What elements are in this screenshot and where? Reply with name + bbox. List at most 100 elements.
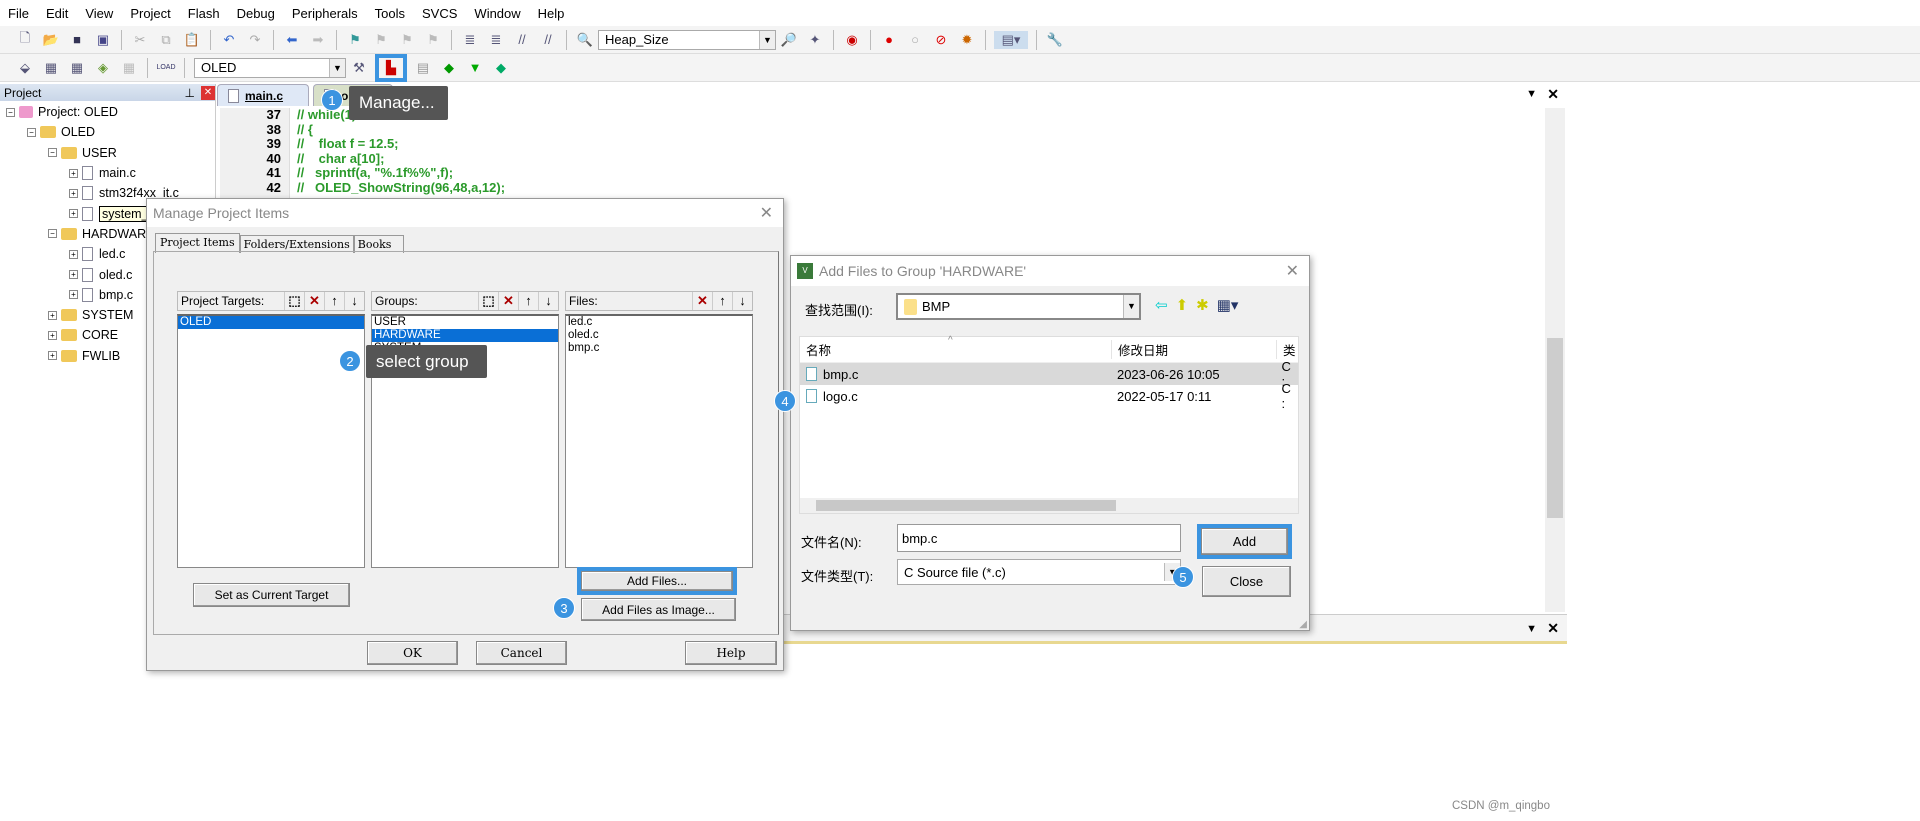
move-up-icon[interactable]: ↑ xyxy=(518,292,538,310)
find-in-files-icon[interactable]: 🔍 xyxy=(575,31,595,49)
file-list[interactable]: ^ 名称 修改日期 类 bmp.c 2023-06-26 10:05 C : lo… xyxy=(799,335,1299,514)
chevron-down-icon[interactable]: ▼ xyxy=(1123,295,1139,318)
unindent-icon[interactable]: ≣ xyxy=(486,31,506,49)
collapse-icon[interactable]: − xyxy=(48,148,57,158)
collapse-icon[interactable]: − xyxy=(27,127,36,137)
build-icon[interactable]: ▦ xyxy=(41,59,61,77)
select-packs-icon[interactable]: ▤ xyxy=(413,59,433,77)
list-item[interactable]: led.c xyxy=(566,316,752,329)
menu-peripherals[interactable]: Peripherals xyxy=(292,6,358,21)
close-button[interactable]: Close xyxy=(1202,566,1291,597)
menu-edit[interactable]: Edit xyxy=(46,6,68,21)
expand-icon[interactable]: + xyxy=(69,209,78,219)
file-row[interactable]: logo.c 2022-05-17 0:11 C : xyxy=(800,381,1298,411)
back-icon[interactable]: ⬅ xyxy=(282,31,302,49)
clear-bookmarks-icon[interactable]: ⚑ xyxy=(423,31,443,49)
filename-input[interactable] xyxy=(897,524,1181,552)
collapse-icon[interactable]: − xyxy=(48,229,57,239)
prev-bookmark-icon[interactable]: ⚑ xyxy=(371,31,391,49)
list-item[interactable]: OLED xyxy=(178,316,364,329)
configure-icon[interactable]: 🔧 xyxy=(1045,31,1065,49)
menu-window[interactable]: Window xyxy=(474,6,520,21)
add-button[interactable]: Add xyxy=(1201,528,1288,555)
up-folder-icon[interactable]: ⬆ xyxy=(1176,296,1189,314)
forward-icon[interactable]: ➡ xyxy=(308,31,328,49)
files-list[interactable]: led.c oled.c bmp.c xyxy=(565,314,753,568)
menu-project[interactable]: Project xyxy=(130,6,170,21)
filetype-combo[interactable]: C Source file (*.c)▼ xyxy=(897,559,1181,585)
open-icon[interactable]: 📂 xyxy=(41,31,61,49)
find-icon[interactable]: 🔎 xyxy=(779,31,799,49)
tree-item[interactable]: − Project: OLED xyxy=(0,102,215,122)
cut-icon[interactable]: ✂ xyxy=(130,31,150,49)
add-files-as-image-button[interactable]: Add Files as Image... xyxy=(581,598,736,621)
close-editor-icon[interactable]: ✕ xyxy=(1547,86,1559,103)
new-group-icon[interactable]: ⬚ xyxy=(478,292,498,310)
column-date[interactable]: 修改日期 xyxy=(1112,340,1277,359)
help-button[interactable]: Help xyxy=(685,641,777,665)
new-file-icon[interactable]: 🗋 xyxy=(15,30,35,49)
rebuild-icon[interactable]: ▦ xyxy=(67,59,87,77)
view-menu-icon[interactable]: ▦▾ xyxy=(1217,296,1239,314)
code-lines[interactable]: // while(1)// {// float f = 12.5;// char… xyxy=(297,107,505,196)
delete-target-icon[interactable]: ✕ xyxy=(304,292,324,310)
delete-file-icon[interactable]: ✕ xyxy=(692,292,712,310)
add-files-button[interactable]: Add Files... xyxy=(581,571,733,591)
chevron-down-icon[interactable]: ▼ xyxy=(759,30,775,49)
back-icon[interactable]: ⇦ xyxy=(1155,296,1168,314)
chevron-down-icon[interactable]: ▼ xyxy=(329,58,345,77)
copy-icon[interactable]: ⧉ xyxy=(156,31,176,49)
pack-installer-icon[interactable]: ▼ xyxy=(465,59,485,77)
tab-list-icon[interactable]: ▼ xyxy=(1526,88,1537,100)
move-down-icon[interactable]: ↓ xyxy=(732,292,752,310)
menu-view[interactable]: View xyxy=(85,6,113,21)
menu-svcs[interactable]: SVCS xyxy=(422,6,457,21)
breakpoint-icon[interactable]: ● xyxy=(879,31,899,49)
move-down-icon[interactable]: ↓ xyxy=(538,292,558,310)
code-line[interactable]: // OLED_ShowString(96,48,a,12); xyxy=(297,180,505,196)
load-icon[interactable]: LOAD xyxy=(156,59,176,77)
menu-debug[interactable]: Debug xyxy=(237,6,275,21)
disable-all-breakpoints-icon[interactable]: ⊘ xyxy=(931,31,951,49)
move-up-icon[interactable]: ↑ xyxy=(324,292,344,310)
code-line[interactable]: // { xyxy=(297,122,505,138)
close-icon[interactable]: ✕ xyxy=(760,203,773,223)
move-down-icon[interactable]: ↓ xyxy=(344,292,364,310)
collapse-icon[interactable]: + xyxy=(48,310,57,320)
disable-breakpoint-icon[interactable]: ○ xyxy=(905,31,925,49)
comment-icon[interactable]: // xyxy=(512,31,532,49)
find-combo[interactable]: Heap_Size ▼ xyxy=(598,29,776,50)
menu-file[interactable]: File xyxy=(8,6,29,21)
collapse-icon[interactable]: − xyxy=(6,107,15,117)
expand-icon[interactable]: + xyxy=(69,168,78,178)
expand-icon[interactable]: + xyxy=(69,188,78,198)
file-row[interactable]: bmp.c 2023-06-26 10:05 C : xyxy=(800,359,1298,389)
list-item[interactable]: bmp.c xyxy=(566,342,752,355)
horizontal-scrollbar[interactable] xyxy=(800,498,1298,513)
target-options-icon[interactable]: ⚒ xyxy=(349,59,369,77)
manage-rte-icon[interactable]: ◆ xyxy=(439,59,459,77)
code-line[interactable]: // float f = 12.5; xyxy=(297,136,505,152)
menu-flash[interactable]: Flash xyxy=(188,6,220,21)
targets-list[interactable]: OLED xyxy=(177,314,365,568)
manage-project-items-button[interactable]: ▙ xyxy=(375,53,407,82)
menu-tools[interactable]: Tools xyxy=(375,6,405,21)
next-bookmark-icon[interactable]: ⚑ xyxy=(397,31,417,49)
uncomment-icon[interactable]: // xyxy=(538,31,558,49)
tab-project-items[interactable]: Project Items xyxy=(155,233,240,253)
collapse-icon[interactable]: + xyxy=(48,351,57,361)
code-line[interactable]: // char a[10]; xyxy=(297,151,505,167)
tree-item[interactable]: + main.c xyxy=(0,163,215,183)
debug-session-icon[interactable]: ◉ xyxy=(842,31,862,49)
stop-build-icon[interactable]: ▦ xyxy=(119,59,139,77)
close-icon[interactable]: ✕ xyxy=(1286,261,1299,281)
bookmark-icon[interactable]: ⚑ xyxy=(345,31,365,49)
menu-help[interactable]: Help xyxy=(538,6,565,21)
kill-breakpoints-icon[interactable]: ✹ xyxy=(957,31,977,49)
indent-icon[interactable]: ≣ xyxy=(460,31,480,49)
close-panel-icon[interactable]: ✕ xyxy=(1547,620,1559,637)
redo-icon[interactable]: ↷ xyxy=(245,31,265,49)
tree-item[interactable]: − OLED xyxy=(0,122,215,142)
column-type[interactable]: 类 xyxy=(1277,340,1296,359)
close-icon[interactable]: ✕ xyxy=(201,85,215,100)
